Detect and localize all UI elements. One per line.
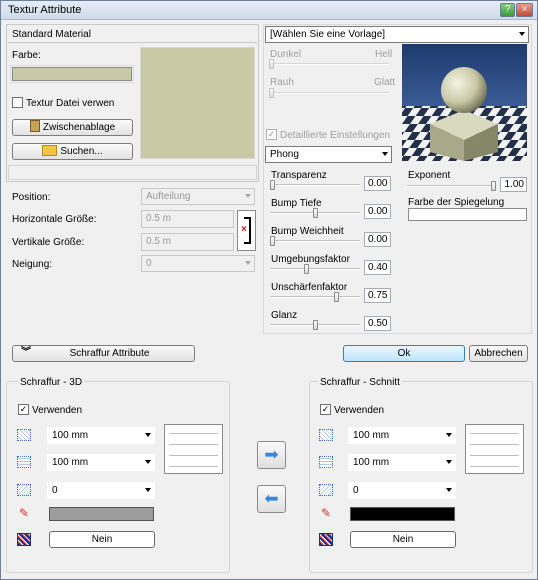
search-button-label: Suchen... <box>60 146 103 157</box>
hatch-cut-fill-button[interactable]: Nein <box>350 531 456 548</box>
tilt-label: Neigung: <box>12 259 53 270</box>
hatch-spacing-icon <box>17 429 31 441</box>
param-slider-thumb[interactable] <box>304 264 309 274</box>
hatch-cut-angle-select[interactable]: 0 <box>348 482 456 499</box>
hatch-offset-icon <box>319 456 333 468</box>
hatch-cut-use-label: Verwenden <box>334 405 385 416</box>
folder-icon <box>42 145 58 156</box>
param-value-field[interactable]: 0.00 <box>364 176 391 191</box>
material-3d-preview <box>402 44 527 161</box>
hatch-cut-use-checkbox[interactable]: ✓ <box>320 404 331 415</box>
hatch-3d-spacing1-select[interactable]: 100 mm <box>47 427 155 444</box>
position-select[interactable]: Aufteilung <box>141 188 255 205</box>
hatch-3d-angle-select[interactable]: 0 <box>47 482 155 499</box>
color-label: Farbe: <box>12 50 41 61</box>
exponent-field[interactable]: 1.00 <box>500 177 527 192</box>
param-slider[interactable] <box>270 208 360 218</box>
material-color-swatch[interactable] <box>10 65 134 83</box>
fill-pattern-icon <box>17 533 31 546</box>
copy-left-arrow-button[interactable]: ⬅ <box>257 485 286 513</box>
hatch-cut-pen-color[interactable] <box>350 507 455 521</box>
hatch-spacing-icon <box>319 429 333 441</box>
preset-select[interactable]: [Wählen Sie eine Vorlage] <box>265 26 529 43</box>
texture-attributes-window: Textur Attribute ? × Standard Material F… <box>0 0 538 580</box>
pen-icon: ✎ <box>18 506 30 520</box>
double-chevron-down-icon: ︾ <box>21 347 31 358</box>
position-label: Position: <box>12 192 51 203</box>
param-slider[interactable] <box>270 236 360 246</box>
param-value-field[interactable]: 0.75 <box>364 288 391 303</box>
texture-file-label: Textur Datei verwen <box>26 98 115 109</box>
texture-preview <box>140 47 255 159</box>
param-slider-thumb[interactable] <box>334 292 339 302</box>
param-value-field[interactable]: 0.50 <box>364 316 391 331</box>
exponent-label: Exponent <box>408 170 451 181</box>
window-title: Textur Attribute <box>8 4 82 16</box>
spec-color-label: Farbe der Spiegelung <box>408 197 505 208</box>
clipboard-button-label: Zwischenablage <box>42 122 116 133</box>
hatch-attributes-label: Schraffur Attribute <box>69 348 150 359</box>
texture-file-checkbox[interactable] <box>12 97 23 108</box>
fill-pattern-icon <box>319 533 333 546</box>
detailed-settings-label: Detaillierte Einstellungen <box>280 130 391 141</box>
param-value-field[interactable]: 0.00 <box>364 232 391 247</box>
hatch-attributes-button[interactable]: ︾ Schraffur Attribute <box>12 345 195 362</box>
help-icon[interactable]: ? <box>500 3 515 17</box>
hatch-3d-title: Schraffur - 3D <box>18 377 85 388</box>
param-value-field[interactable]: 0.40 <box>364 260 391 275</box>
hatch-3d-pen-color[interactable] <box>49 507 154 521</box>
exponent-slider[interactable] <box>407 181 497 191</box>
close-icon[interactable]: × <box>516 3 533 17</box>
copy-right-arrow-button[interactable]: ➡ <box>257 441 286 469</box>
clipboard-icon <box>29 120 40 132</box>
brightness-slider[interactable] <box>269 59 389 69</box>
shading-select[interactable]: Phong <box>265 146 392 163</box>
hsize-label: Horizontale Größe: <box>12 214 97 225</box>
pen-icon: ✎ <box>320 506 332 520</box>
detailed-settings-checkbox[interactable]: ✓ <box>266 129 277 140</box>
param-slider[interactable] <box>270 180 360 190</box>
title-bar: Textur Attribute ? × <box>1 1 537 20</box>
param-slider-thumb[interactable] <box>313 320 318 330</box>
link-sizes-button[interactable]: × <box>237 210 256 251</box>
search-button[interactable]: Suchen... <box>12 143 133 160</box>
param-slider-thumb[interactable] <box>270 180 275 190</box>
hatch-cut-pattern-list[interactable] <box>465 424 524 474</box>
hsize-field[interactable]: 0.5 m <box>141 210 234 228</box>
spec-color-swatch[interactable] <box>408 208 527 221</box>
hatch-offset-icon <box>17 456 31 468</box>
hatch-cut-title: Schraffur - Schnitt <box>318 377 402 388</box>
hatch-3d-fill-button[interactable]: Nein <box>49 531 155 548</box>
roughness-slider[interactable] <box>269 88 389 98</box>
hatch-angle-icon <box>17 484 31 496</box>
hatch-3d-spacing2-select[interactable]: 100 mm <box>47 454 155 471</box>
vsize-label: Vertikale Größe: <box>12 237 85 248</box>
param-slider[interactable] <box>270 264 360 274</box>
clipboard-button[interactable]: Zwischenablage <box>12 119 133 136</box>
param-slider-thumb[interactable] <box>270 236 275 246</box>
hatch-cut-spacing2-select[interactable]: 100 mm <box>348 454 456 471</box>
hatch-3d-use-checkbox[interactable]: ✓ <box>18 404 29 415</box>
param-slider[interactable] <box>270 292 360 302</box>
hatch-3d-use-label: Verwenden <box>32 405 83 416</box>
smooth-label: Glatt <box>374 77 396 88</box>
tilt-select[interactable]: 0 <box>141 255 255 272</box>
param-slider-thumb[interactable] <box>313 208 318 218</box>
rough-label: Rauh <box>270 77 294 88</box>
hatch-3d-pattern-list[interactable] <box>164 424 223 474</box>
divider <box>8 42 257 43</box>
vsize-field[interactable]: 0.5 m <box>141 233 234 251</box>
ok-button[interactable]: Ok <box>343 345 465 362</box>
hatch-cut-spacing1-select[interactable]: 100 mm <box>348 427 456 444</box>
hatch-angle-icon <box>319 484 333 496</box>
param-slider[interactable] <box>270 320 360 330</box>
cancel-button[interactable]: Abbrechen <box>469 345 528 362</box>
param-value-field[interactable]: 0.00 <box>364 204 391 219</box>
unlink-x-icon: × <box>241 224 247 235</box>
texture-path-field <box>8 165 257 180</box>
material-name: Standard Material <box>12 29 91 40</box>
